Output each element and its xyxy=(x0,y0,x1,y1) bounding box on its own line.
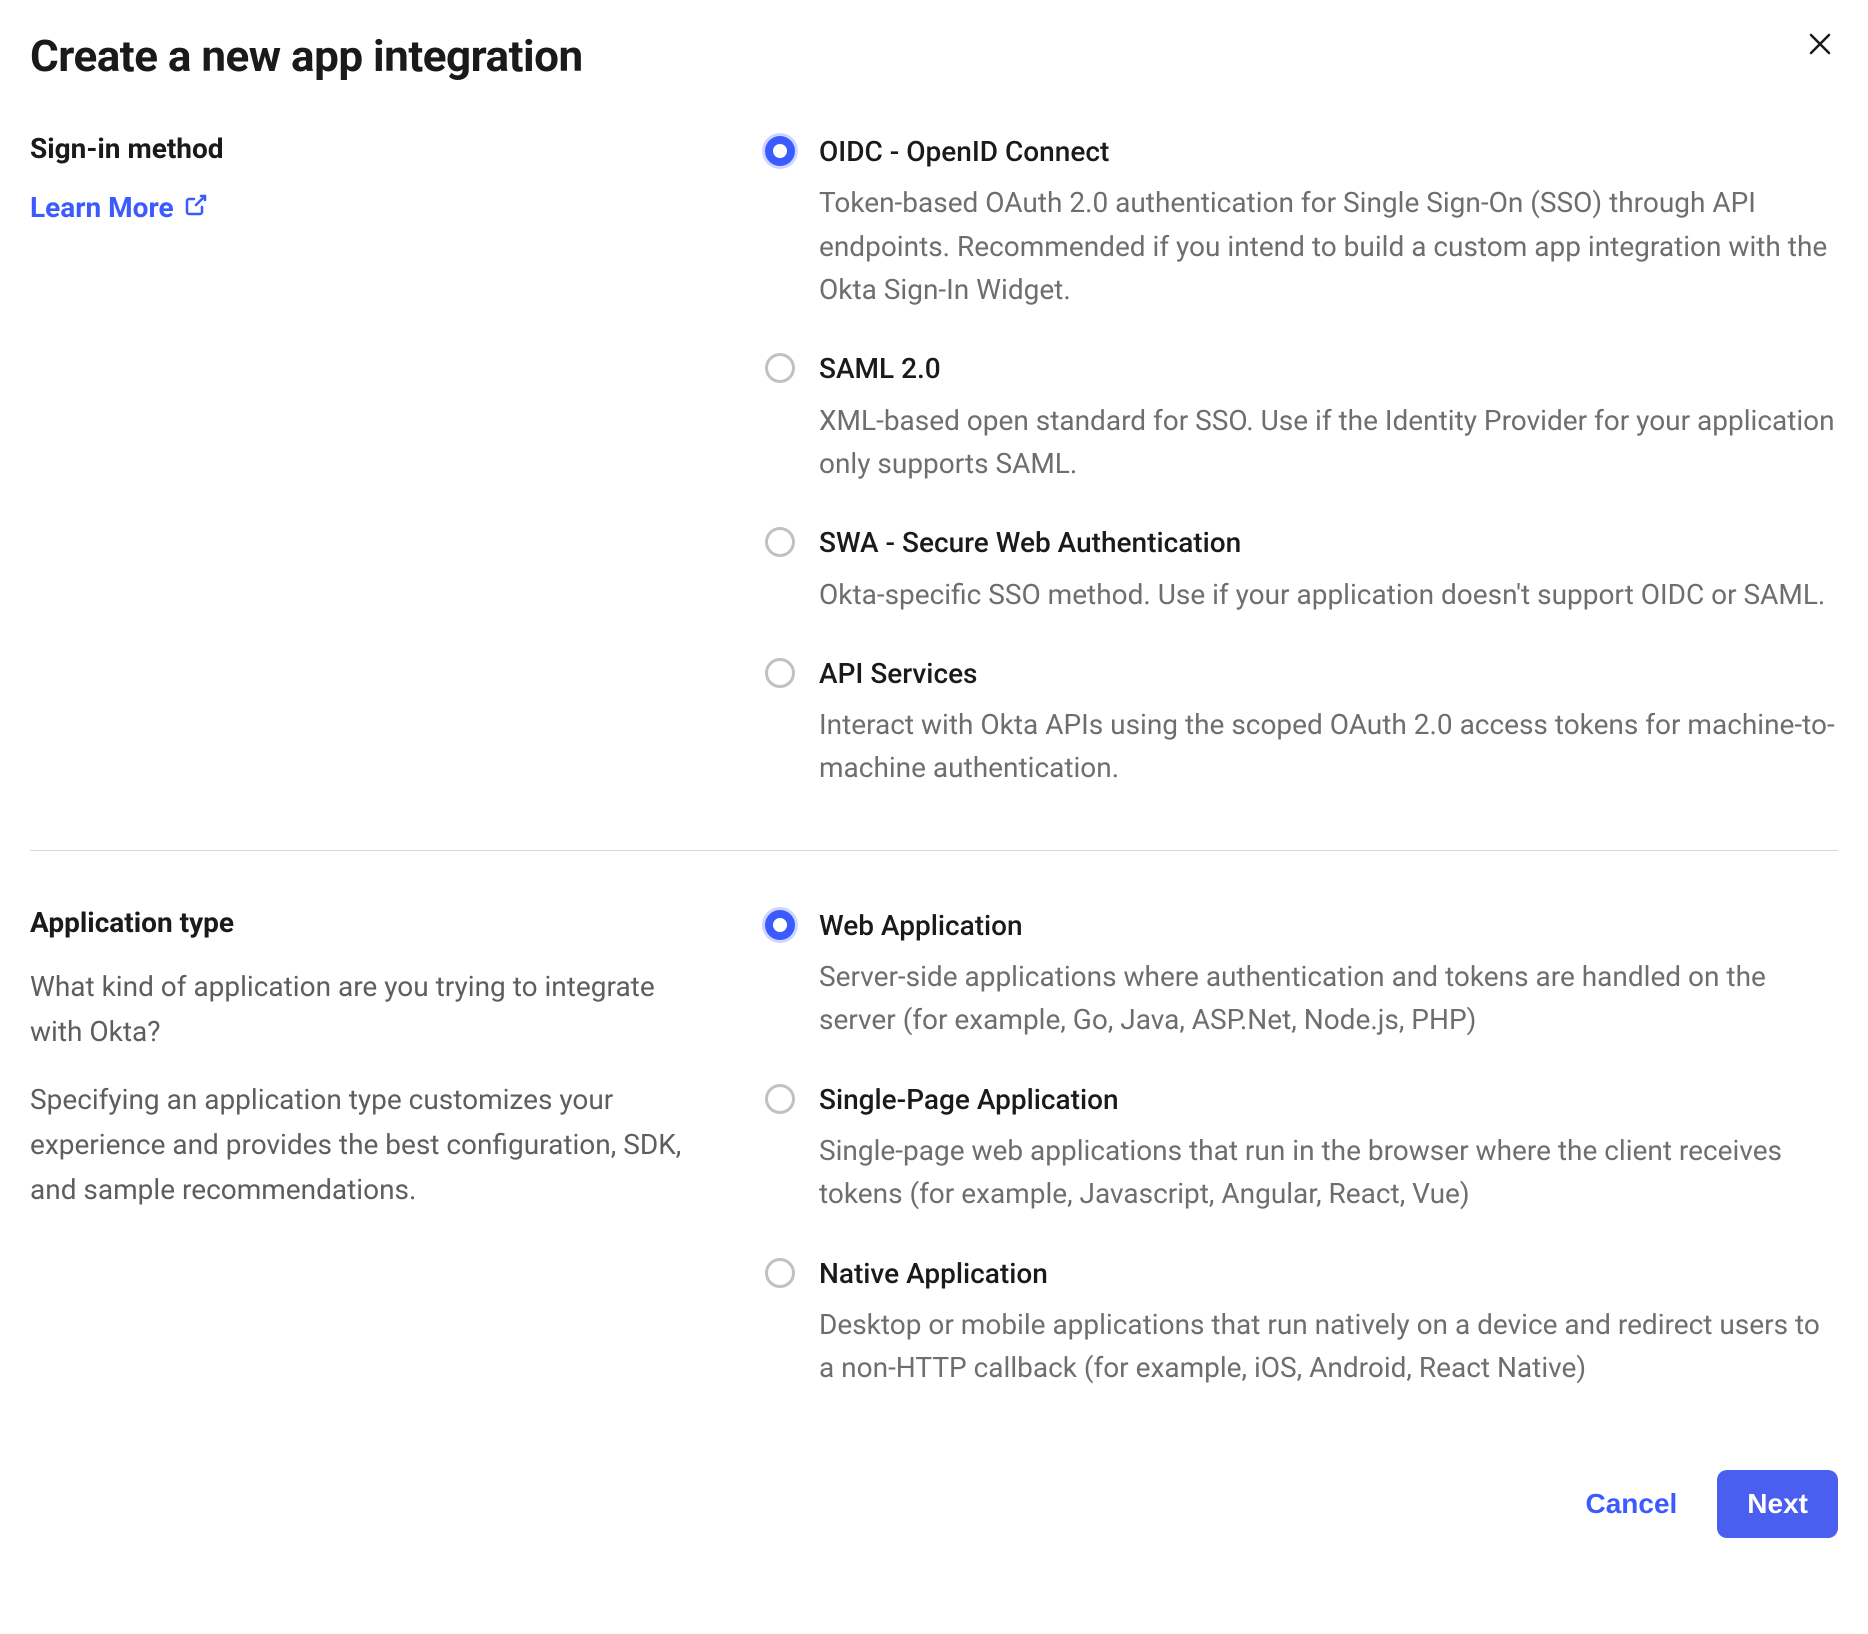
external-link-icon xyxy=(174,191,208,224)
option-desc: Token-based OAuth 2.0 authentication for… xyxy=(819,181,1838,311)
option-desc: XML-based open standard for SSO. Use if … xyxy=(819,399,1838,486)
modal-footer: Cancel Next xyxy=(30,1450,1838,1538)
application-type-options: Web Application Server-side applications… xyxy=(765,906,1838,1390)
option-title: Native Application xyxy=(819,1254,1838,1293)
option-title: API Services xyxy=(819,654,1838,693)
learn-more-link[interactable]: Learn More xyxy=(30,191,208,224)
option-title: Single-Page Application xyxy=(819,1080,1838,1119)
option-desc: Single-page web applications that run in… xyxy=(819,1129,1838,1216)
create-app-integration-modal: Create a new app integration Sign-in met… xyxy=(30,30,1838,1538)
radio-option-saml[interactable]: SAML 2.0 XML-based open standard for SSO… xyxy=(765,349,1838,485)
radio-input-oidc[interactable] xyxy=(765,136,795,166)
modal-title: Create a new app integration xyxy=(30,30,1838,82)
signin-method-section: Sign-in method Learn More OIDC - OpenID … xyxy=(30,132,1838,850)
radio-input-api-services[interactable] xyxy=(765,658,795,688)
radio-input-web-app[interactable] xyxy=(765,910,795,940)
option-desc: Desktop or mobile applications that run … xyxy=(819,1303,1838,1390)
application-type-section: Application type What kind of applicatio… xyxy=(30,850,1838,1450)
radio-option-spa[interactable]: Single-Page Application Single-page web … xyxy=(765,1080,1838,1216)
option-desc: Okta-specific SSO method. Use if your ap… xyxy=(819,573,1825,616)
application-type-desc-2: Specifying an application type customize… xyxy=(30,1078,705,1212)
close-button[interactable] xyxy=(1802,28,1838,64)
signin-method-left: Sign-in method Learn More xyxy=(30,132,765,790)
option-title: SAML 2.0 xyxy=(819,349,1838,388)
radio-input-native-app[interactable] xyxy=(765,1258,795,1288)
option-desc: Interact with Okta APIs using the scoped… xyxy=(819,703,1838,790)
signin-method-heading: Sign-in method xyxy=(30,132,705,165)
option-title: SWA - Secure Web Authentication xyxy=(819,523,1825,562)
application-type-desc-1: What kind of application are you trying … xyxy=(30,965,705,1055)
application-type-heading: Application type xyxy=(30,906,705,939)
radio-option-web-app[interactable]: Web Application Server-side applications… xyxy=(765,906,1838,1042)
radio-input-spa[interactable] xyxy=(765,1084,795,1114)
cancel-button[interactable]: Cancel xyxy=(1575,1472,1687,1536)
application-type-left: Application type What kind of applicatio… xyxy=(30,906,765,1390)
next-button[interactable]: Next xyxy=(1717,1470,1838,1538)
radio-input-saml[interactable] xyxy=(765,353,795,383)
radio-option-oidc[interactable]: OIDC - OpenID Connect Token-based OAuth … xyxy=(765,132,1838,311)
learn-more-label: Learn More xyxy=(30,191,174,224)
radio-option-swa[interactable]: SWA - Secure Web Authentication Okta-spe… xyxy=(765,523,1838,616)
close-icon xyxy=(1809,32,1831,60)
radio-option-api-services[interactable]: API Services Interact with Okta APIs usi… xyxy=(765,654,1838,790)
option-desc: Server-side applications where authentic… xyxy=(819,955,1838,1042)
option-title: OIDC - OpenID Connect xyxy=(819,132,1838,171)
option-title: Web Application xyxy=(819,906,1838,945)
radio-option-native-app[interactable]: Native Application Desktop or mobile app… xyxy=(765,1254,1838,1390)
radio-input-swa[interactable] xyxy=(765,527,795,557)
signin-method-options: OIDC - OpenID Connect Token-based OAuth … xyxy=(765,132,1838,790)
